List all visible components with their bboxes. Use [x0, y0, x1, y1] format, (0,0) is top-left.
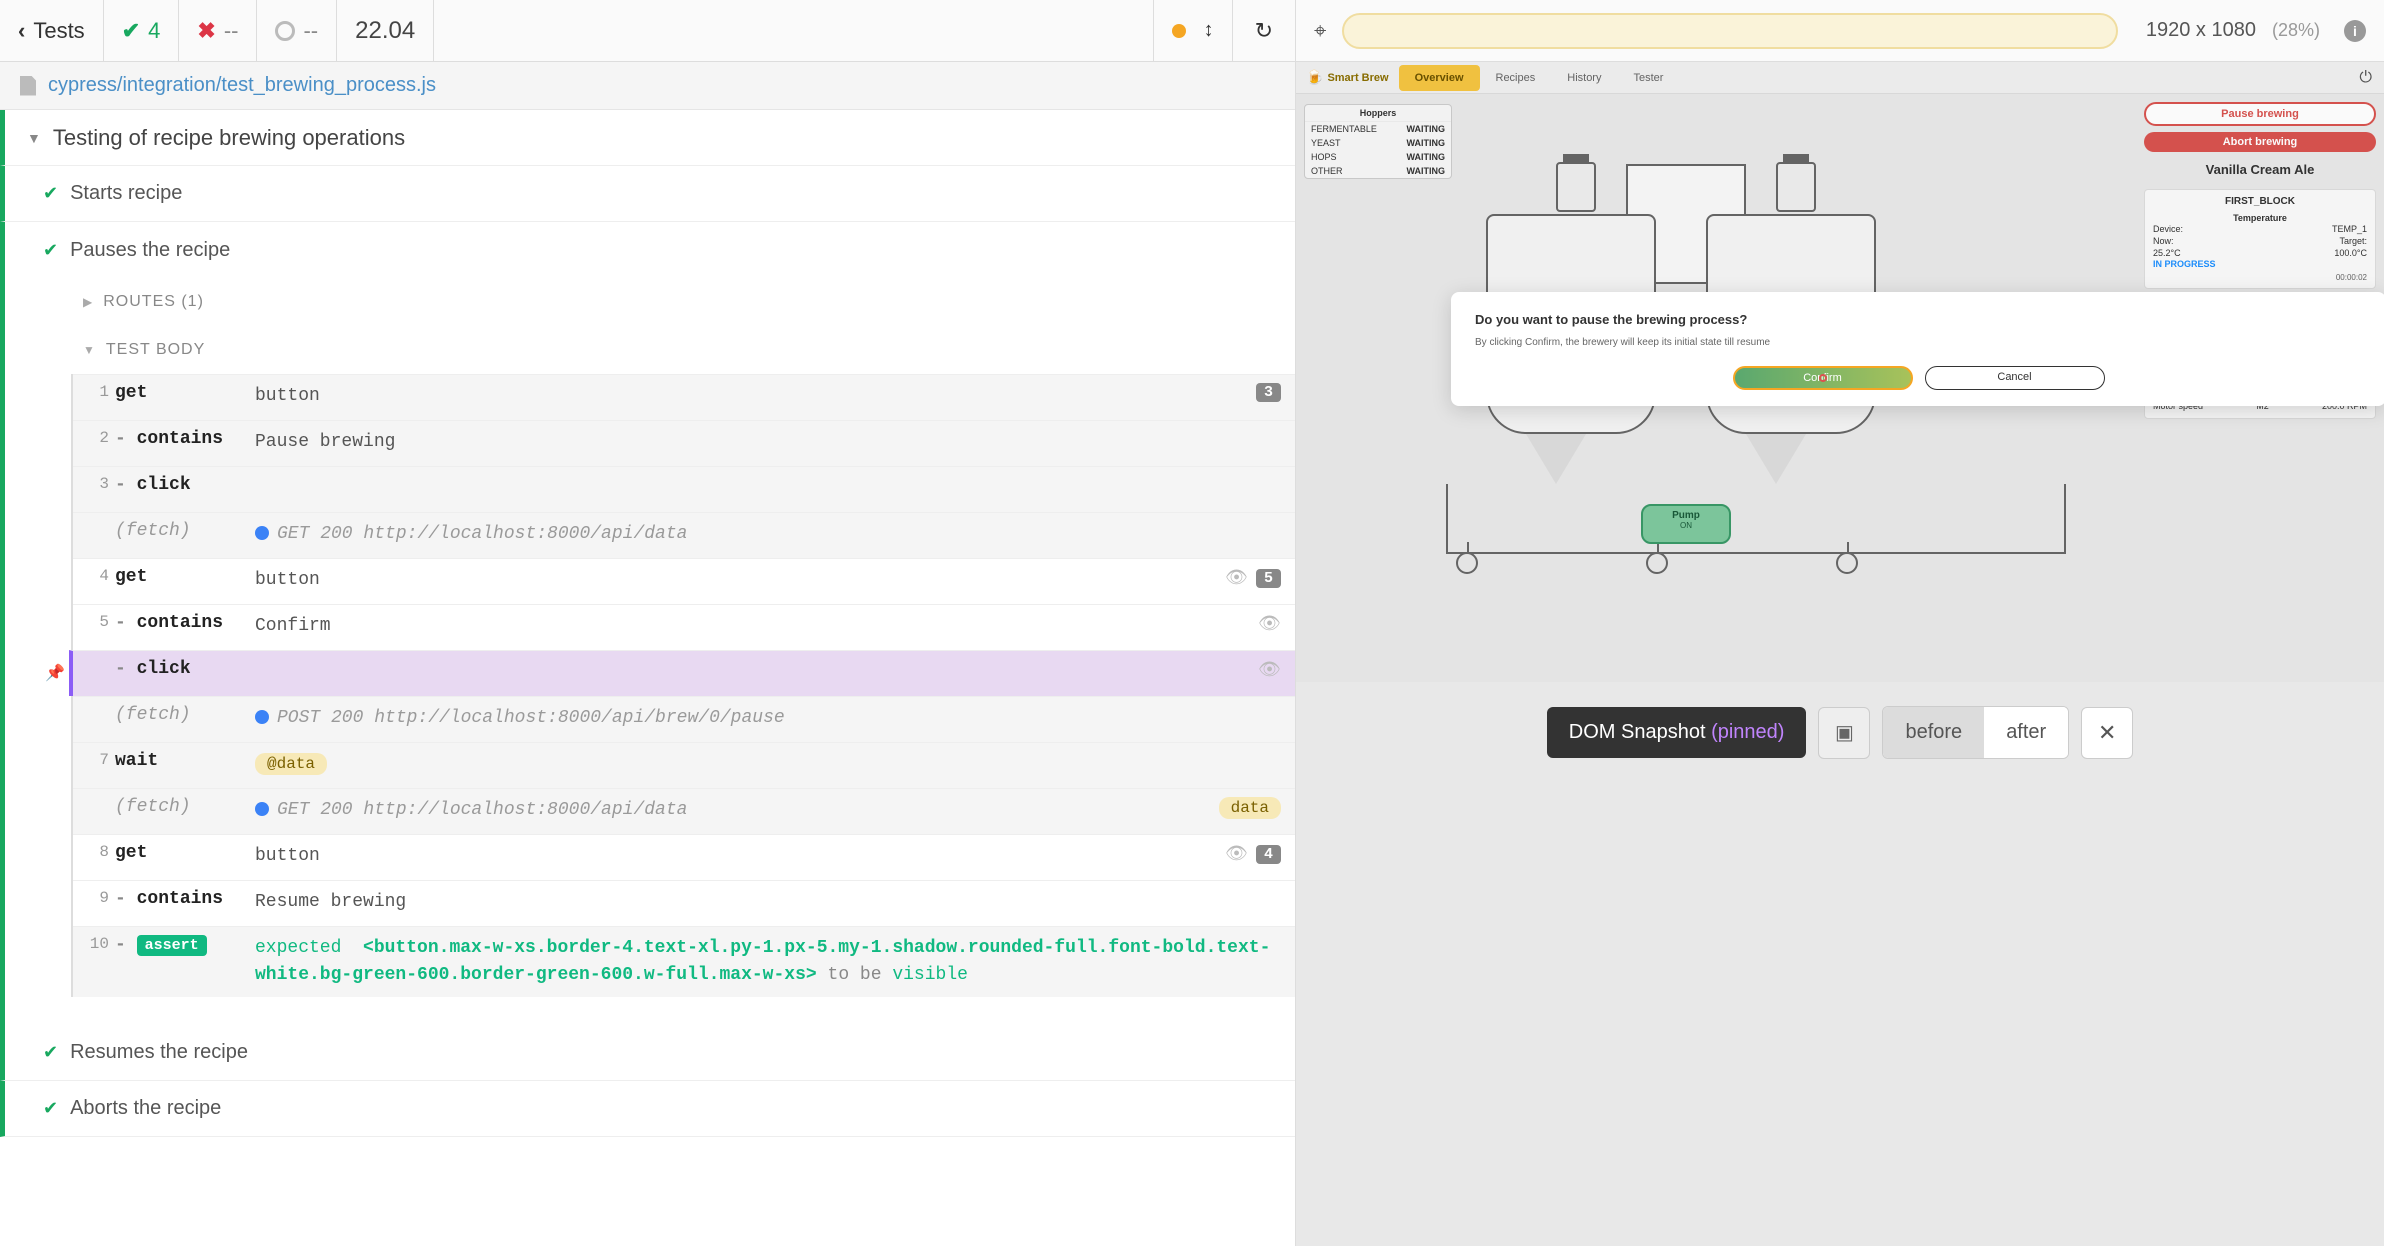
- cmd-contains[interactable]: 2 contains Pause brewing: [73, 420, 1295, 466]
- test-starts-recipe[interactable]: ✔ Starts recipe: [0, 166, 1295, 222]
- routes-section[interactable]: ▶ ROUTES (1): [53, 278, 1295, 326]
- element-count-badge: 3: [1256, 383, 1281, 402]
- caret-right-icon: ▶: [83, 295, 93, 309]
- snapshot-close[interactable]: ✕: [2081, 707, 2133, 759]
- snapshot-label: DOM Snapshot (pinned): [1547, 707, 1807, 758]
- passed-value: 4: [148, 18, 160, 44]
- header-right: ↕: [1154, 0, 1233, 61]
- reporter-panel: ‹ Tests ✔ 4 ✖ -- -- 22.04 ↕: [0, 0, 1296, 1246]
- test-title: Aborts the recipe: [70, 1097, 221, 1120]
- cmd-get[interactable]: 4 get button 👁5: [73, 558, 1295, 604]
- duration-value: 22.04: [355, 17, 415, 45]
- failed-value: --: [224, 18, 239, 44]
- check-icon: ✔: [122, 18, 140, 44]
- x-icon: ✖: [197, 18, 215, 44]
- cmd-get[interactable]: 8 get button 👁4: [73, 834, 1295, 880]
- spec-file-row[interactable]: cypress/integration/test_brewing_process…: [0, 62, 1295, 110]
- cmd-get[interactable]: 1 get button 3: [73, 374, 1295, 420]
- back-label: Tests: [33, 18, 84, 44]
- pending-count: --: [257, 0, 337, 61]
- snapshot-toggle: before after: [1882, 706, 2069, 759]
- cmd-fetch[interactable]: . (fetch) POST 200 http://localhost:8000…: [73, 696, 1295, 742]
- assert-badge: assert: [137, 935, 207, 956]
- xhr-dot-icon: [255, 802, 269, 816]
- check-icon: ✔: [43, 240, 58, 261]
- eye-off-icon: 👁: [1225, 567, 1248, 589]
- cmd-fetch[interactable]: . (fetch) GET 200 http://localhost:8000/…: [73, 512, 1295, 558]
- alias-badge: @data: [255, 753, 327, 775]
- check-icon: ✔: [43, 183, 58, 204]
- cmd-fetch[interactable]: . (fetch) GET 200 http://localhost:8000/…: [73, 788, 1295, 834]
- confirm-modal: Do you want to pause the brewing process…: [1451, 292, 2384, 406]
- check-icon: ✔: [43, 1098, 58, 1119]
- xhr-dot-icon: [255, 526, 269, 540]
- cmd-click[interactable]: 3 click: [73, 466, 1295, 512]
- eye-off-icon: 👁: [1225, 843, 1248, 865]
- highlight-toggle[interactable]: ▣: [1818, 707, 1870, 759]
- reload-button[interactable]: ↻: [1233, 18, 1295, 44]
- suite-title: Testing of recipe brewing operations: [53, 125, 405, 151]
- cmd-click-pinned[interactable]: 📌 . click 👁: [69, 650, 1295, 696]
- routes-label: ROUTES (1): [103, 293, 204, 311]
- pending-value: --: [303, 18, 318, 44]
- pin-icon: 📌: [45, 663, 65, 683]
- cmd-wait[interactable]: 7 wait @data: [73, 742, 1295, 788]
- passed-count: ✔ 4: [104, 0, 180, 61]
- test-title: Pauses the recipe: [70, 239, 230, 262]
- body-label: TEST BODY: [106, 341, 205, 359]
- suite-header[interactable]: ▼ Testing of recipe brewing operations: [0, 110, 1295, 166]
- cmd-contains[interactable]: 5 contains Confirm 👁: [73, 604, 1295, 650]
- failed-count: ✖ --: [179, 0, 257, 61]
- back-to-tests[interactable]: ‹ Tests: [0, 0, 104, 61]
- test-title: Resumes the recipe: [70, 1041, 248, 1064]
- test-aborts-recipe[interactable]: ✔ Aborts the recipe: [0, 1081, 1295, 1137]
- viewport-size: 1920 x 1080: [2146, 19, 2256, 42]
- cmd-assert[interactable]: 10 assert expected <button.max-w-xs.bord…: [73, 926, 1295, 997]
- element-count-badge: 5: [1256, 569, 1281, 588]
- test-title: Starts recipe: [70, 182, 182, 205]
- modal-cancel-button[interactable]: Cancel: [1925, 366, 2105, 390]
- check-icon: ✔: [43, 1042, 58, 1063]
- eye-off-icon: 👁: [1258, 613, 1281, 635]
- modal-title: Do you want to pause the brewing process…: [1475, 312, 2362, 327]
- url-input[interactable]: [1342, 13, 2117, 49]
- info-icon[interactable]: i: [2344, 20, 2366, 42]
- eye-off-icon: 👁: [1258, 659, 1281, 681]
- snapshot-controls: DOM Snapshot (pinned) ▣ before after ✕: [1296, 682, 2384, 783]
- selector-playground-icon[interactable]: ⌖: [1314, 18, 1326, 44]
- caret-down-icon: ▼: [83, 343, 96, 357]
- cmd-contains[interactable]: 9 contains Resume brewing: [73, 880, 1295, 926]
- updown-icon[interactable]: ↕: [1204, 19, 1214, 42]
- xhr-dot-icon: [255, 710, 269, 724]
- alias-badge: data: [1219, 797, 1281, 819]
- status-dot-icon: [1172, 24, 1186, 38]
- snapshot-before[interactable]: before: [1883, 707, 1984, 758]
- snapshot-after[interactable]: after: [1984, 707, 2068, 758]
- app-preview-panel: ⌖ 1920 x 1080 (28%) i 🍺Smart Brew Overvi…: [1296, 0, 2384, 1246]
- file-icon: [20, 76, 36, 96]
- test-body-section[interactable]: ▼ TEST BODY: [53, 326, 1295, 374]
- preview-header: ⌖ 1920 x 1080 (28%) i: [1296, 0, 2384, 62]
- click-target-icon: [1819, 374, 1827, 382]
- test-pauses-recipe[interactable]: ✔ Pauses the recipe: [0, 222, 1295, 278]
- app-iframe: 🍺Smart Brew Overview Recipes History Tes…: [1296, 62, 2384, 682]
- reporter-header: ‹ Tests ✔ 4 ✖ -- -- 22.04 ↕: [0, 0, 1295, 62]
- chevron-left-icon: ‹: [18, 18, 25, 44]
- test-resumes-recipe[interactable]: ✔ Resumes the recipe: [0, 1025, 1295, 1081]
- spec-path: cypress/integration/test_brewing_process…: [48, 74, 436, 97]
- circle-icon: [275, 21, 295, 41]
- duration: 22.04: [337, 0, 434, 61]
- modal-body: By clicking Confirm, the brewery will ke…: [1475, 337, 2362, 348]
- command-log: ▶ ROUTES (1) ▼ TEST BODY 1 get button 3 …: [0, 278, 1295, 997]
- modal-confirm-button[interactable]: Confirm: [1733, 366, 1913, 390]
- element-count-badge: 4: [1256, 845, 1281, 864]
- viewport-scale: (28%): [2272, 20, 2320, 41]
- caret-down-icon: ▼: [27, 130, 41, 146]
- commands: 1 get button 3 2 contains Pause brewing …: [71, 374, 1295, 997]
